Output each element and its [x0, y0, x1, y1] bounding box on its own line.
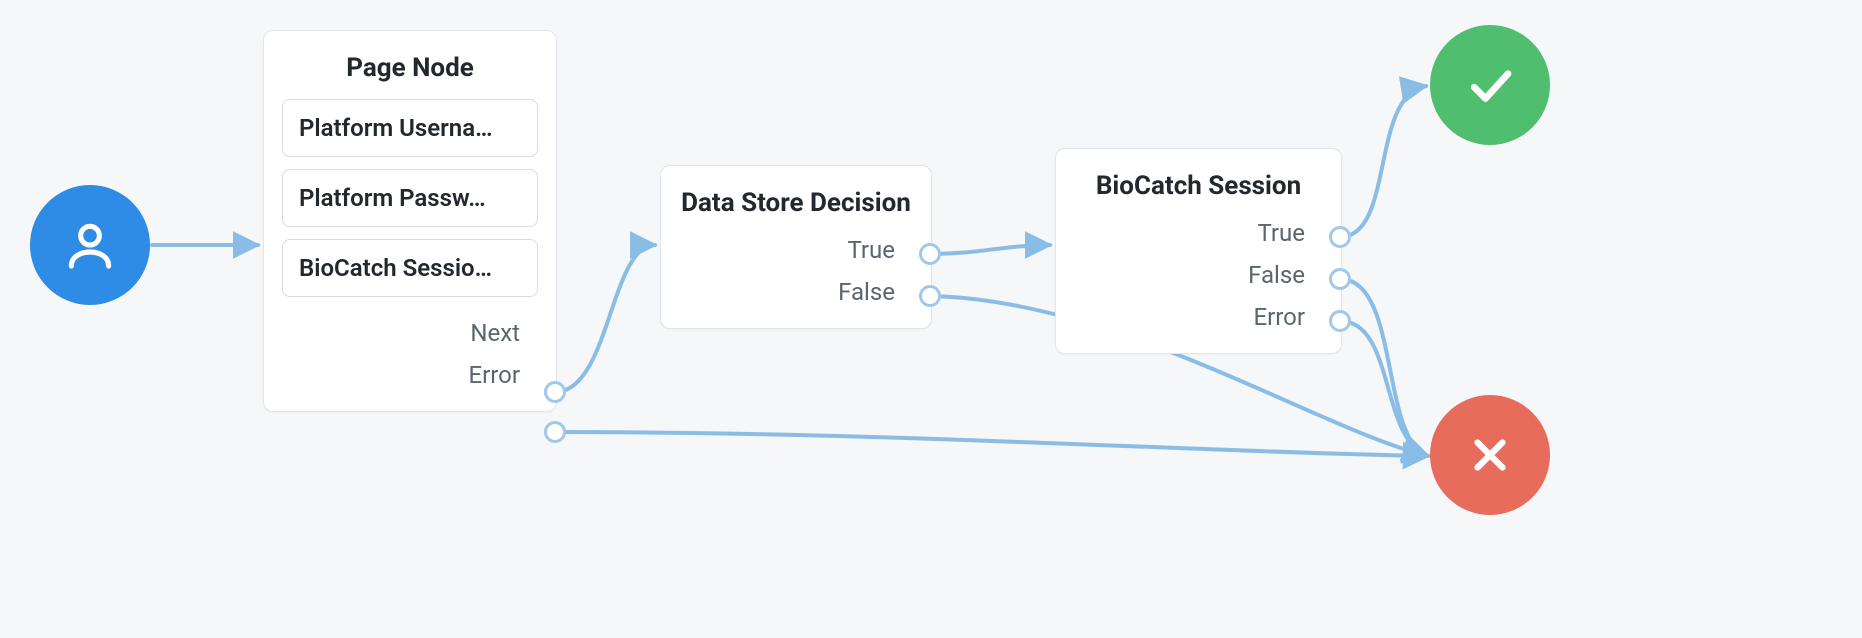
data-store-outcome-false: False	[679, 274, 895, 310]
page-node-item[interactable]: Platform Userna…	[282, 99, 538, 157]
check-icon	[1463, 58, 1517, 112]
outcome-label: Error	[1254, 303, 1306, 331]
outcome-label: Error	[469, 361, 521, 389]
outcome-label: True	[847, 236, 895, 264]
port-page-error[interactable]	[544, 421, 566, 443]
outcome-label: True	[1257, 219, 1305, 247]
page-node-item[interactable]: BioCatch Sessio…	[282, 239, 538, 297]
port-biocatch-false[interactable]	[1329, 268, 1351, 290]
user-icon	[62, 217, 118, 273]
biocatch-outcome-false: False	[1074, 257, 1305, 293]
data-store-card[interactable]: Data Store Decision True False	[660, 165, 932, 329]
page-node-outcome-error: Error	[282, 357, 520, 393]
edge-biocatch-error-fail	[1340, 321, 1428, 456]
data-store-outcome-true: True	[679, 232, 895, 268]
start-node[interactable]	[30, 185, 150, 305]
port-biocatch-error[interactable]	[1329, 310, 1351, 332]
port-datastore-true[interactable]	[919, 243, 941, 265]
edge-biocatch-false-fail	[1340, 279, 1428, 456]
port-biocatch-true[interactable]	[1329, 226, 1351, 248]
outcome-label: Next	[470, 319, 520, 347]
edge-pagenode-next-datastore	[555, 245, 655, 392]
page-node-title: Page Node	[264, 31, 556, 93]
biocatch-card[interactable]: BioCatch Session True False Error	[1055, 148, 1342, 354]
outcome-label: False	[838, 278, 895, 306]
page-node-outcome-next: Next	[282, 315, 520, 351]
edge-biocatch-true-success	[1340, 86, 1426, 237]
x-icon	[1465, 430, 1515, 480]
biocatch-outcome-error: Error	[1074, 299, 1305, 335]
fail-node[interactable]	[1430, 395, 1550, 515]
port-page-next[interactable]	[544, 381, 566, 403]
biocatch-outcome-true: True	[1074, 215, 1305, 251]
edge-pagenode-error-fail	[555, 432, 1428, 456]
data-store-title: Data Store Decision	[661, 166, 931, 228]
edge-datastore-true-biocatch	[930, 245, 1050, 254]
success-node[interactable]	[1430, 25, 1550, 145]
page-node-card[interactable]: Page Node Platform Userna… Platform Pass…	[263, 30, 557, 412]
page-node-item[interactable]: Platform Passw…	[282, 169, 538, 227]
outcome-label: False	[1248, 261, 1305, 289]
port-datastore-false[interactable]	[919, 285, 941, 307]
biocatch-title: BioCatch Session	[1056, 149, 1341, 211]
